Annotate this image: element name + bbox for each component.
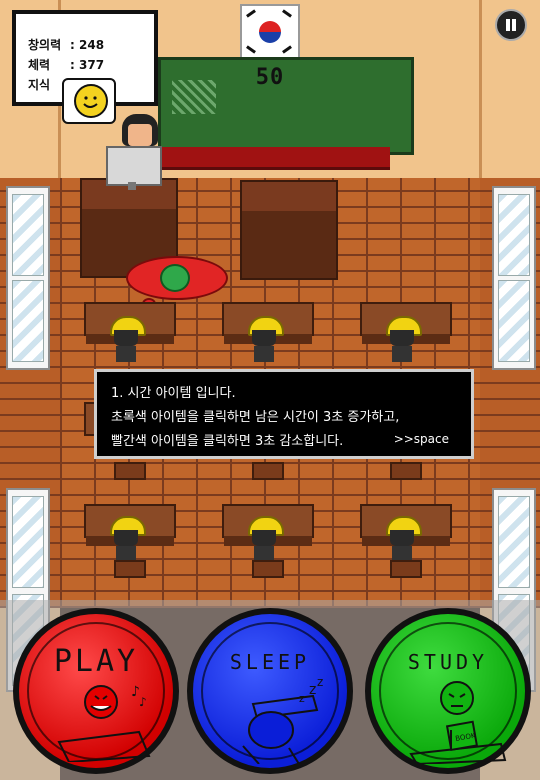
- stamina-label: 체력: [28, 58, 51, 72]
- chair: [114, 462, 146, 480]
- sleep-character-icon: z z z: [242, 675, 323, 764]
- study-button[interactable]: STUDY BOOK: [365, 608, 531, 774]
- chair: [390, 462, 422, 480]
- study-label: STUDY: [407, 650, 489, 674]
- wall-edge-right: [479, 0, 482, 180]
- student: [246, 516, 284, 562]
- countdown-timer: 50: [255, 65, 285, 90]
- sleep-label: SLEEP: [229, 650, 311, 674]
- clock-item-icon[interactable]: [160, 264, 190, 292]
- student: [384, 316, 422, 362]
- sleep-button[interactable]: SLEEP z z z: [187, 608, 353, 774]
- student: [246, 316, 284, 362]
- dialog-line-1: 1. 시간 아이템 입니다.: [111, 386, 236, 401]
- play-button[interactable]: PLAY ♪ ♪: [13, 608, 179, 774]
- korean-flag-icon: [240, 4, 300, 60]
- continue-hint[interactable]: >>space: [394, 432, 449, 446]
- pause-button[interactable]: [495, 9, 527, 41]
- separator: :: [70, 58, 75, 72]
- smiley-icon: [74, 84, 108, 118]
- chair: [390, 560, 422, 578]
- teacher-monitor: [106, 146, 162, 186]
- student: [108, 316, 146, 362]
- creativity-value: 248: [79, 38, 105, 52]
- separator: :: [70, 38, 75, 52]
- creativity-label: 창의력: [28, 38, 62, 52]
- svg-text:z: z: [317, 675, 323, 689]
- window-left-1: [6, 186, 50, 370]
- play-character-icon: ♪ ♪: [57, 684, 151, 762]
- podium: [240, 180, 338, 280]
- chalk-scribble: [172, 80, 216, 114]
- monitor-stand: [128, 182, 136, 190]
- chair: [114, 560, 146, 578]
- chair: [252, 560, 284, 578]
- study-character-icon: BOOK: [409, 681, 507, 764]
- creativity-stat: 창의력: 248: [28, 36, 104, 53]
- dialog-line-3: 빨간색 아이템을 클릭하면 3초 감소합니다.: [111, 434, 344, 449]
- tutorial-dialog[interactable]: 1. 시간 아이템 입니다. 초록색 아이템을 클릭하면 남은 시간이 3초 증…: [94, 369, 474, 459]
- dialog-line-2: 초록색 아이템을 클릭하면 남은 시간이 3초 증가하고,: [111, 410, 400, 425]
- window-right-1: [492, 186, 536, 370]
- teacher-face: [128, 124, 152, 146]
- stamina-value: 377: [79, 58, 105, 72]
- stamina-stat: 체력: 377: [28, 56, 104, 73]
- svg-text:♪: ♪: [139, 695, 147, 709]
- chair: [252, 462, 284, 480]
- student: [108, 516, 146, 562]
- student: [384, 516, 422, 562]
